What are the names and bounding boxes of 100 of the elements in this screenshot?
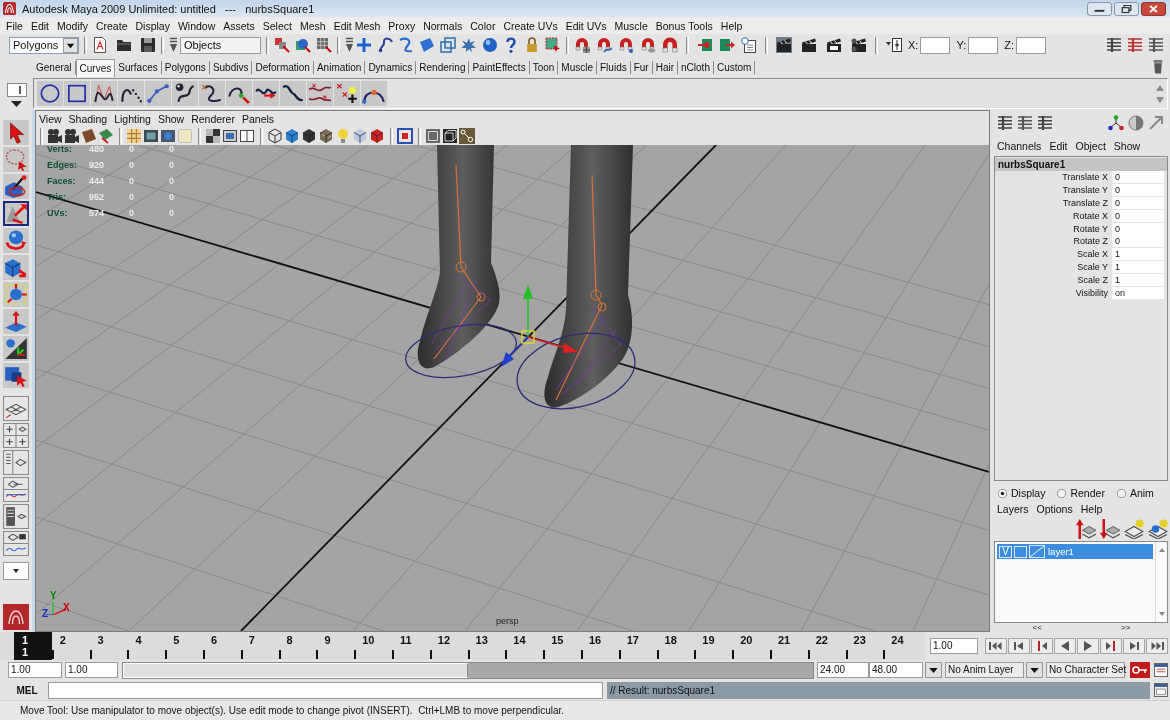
menu-item[interactable]: View	[39, 113, 62, 125]
radio-button[interactable]: Anim	[1116, 487, 1154, 499]
surface-icon[interactable]	[419, 37, 435, 53]
timeline-frame[interactable]: 3	[89, 632, 128, 660]
splash-icon[interactable]	[461, 37, 477, 53]
curves-crosses-icon[interactable]	[307, 81, 333, 106]
graph-panel-icon[interactable]	[3, 477, 29, 502]
timeline-frame[interactable]: 13	[467, 632, 506, 660]
menu-item[interactable]: Assets	[223, 19, 255, 32]
app-logo-icon[interactable]	[3, 2, 16, 15]
stack-down-arrow-icon[interactable]	[1100, 519, 1120, 539]
grid-cursor-icon[interactable]	[316, 37, 332, 53]
side-panel-icon[interactable]	[3, 450, 29, 475]
caret-icon[interactable]	[63, 37, 78, 53]
timeline-frame[interactable]: 5	[165, 632, 203, 660]
close-icon[interactable]	[1141, 1, 1166, 16]
s-curve-icon[interactable]	[398, 37, 414, 53]
joint-icon[interactable]	[459, 128, 475, 144]
cone-arrow-icon[interactable]	[3, 201, 29, 226]
plus-icon[interactable]	[356, 37, 372, 53]
nested-squares-icon[interactable]	[397, 128, 413, 144]
menu-item[interactable]: Create UVs	[503, 19, 558, 32]
list-lines-icon[interactable]	[1127, 37, 1143, 53]
sphere-triangle-icon[interactable]	[3, 336, 29, 361]
menu-item[interactable]: Mesh	[299, 19, 326, 32]
menu-item[interactable]: Select	[262, 19, 292, 32]
clapperboard-icon[interactable]	[801, 37, 817, 53]
shelf-tab[interactable]: Fluids	[597, 61, 631, 74]
menu-item[interactable]: Help	[1080, 503, 1103, 515]
list-lines-icon[interactable]	[1017, 115, 1033, 131]
coordinate-field[interactable]	[1016, 36, 1046, 54]
shelf-tab[interactable]: Custom	[713, 61, 756, 74]
menu-item[interactable]: Window	[177, 19, 216, 32]
perspective-grid-icon[interactable]	[3, 396, 29, 421]
current-time-field[interactable]: 1.00	[930, 638, 978, 654]
scroll-down-icon[interactable]	[1158, 612, 1165, 616]
radio-button[interactable]: Display	[998, 487, 1046, 499]
menu-item[interactable]: Proxy	[388, 19, 416, 32]
timeline-frame[interactable]: 21	[769, 632, 808, 660]
crosses-plus-icon[interactable]	[334, 81, 360, 106]
channel-label[interactable]: Scale Y	[995, 261, 1112, 272]
timeline-frame[interactable]: 7	[240, 632, 279, 660]
step-back-icon[interactable]	[1008, 638, 1030, 654]
restore-icon[interactable]	[1114, 1, 1139, 16]
stack-up-arrow-icon[interactable]	[1076, 519, 1096, 539]
plane-icon[interactable]	[98, 128, 114, 144]
foot-control-curve[interactable]	[405, 323, 517, 379]
menu-item[interactable]: Channels	[997, 140, 1042, 152]
skip-back-icon[interactable]	[985, 638, 1007, 654]
channel-label[interactable]: Visibility	[995, 287, 1112, 298]
radio-icon[interactable]	[1057, 488, 1067, 498]
channel-value-field[interactable]: 0	[1112, 184, 1164, 197]
trash-icon[interactable]	[1152, 59, 1164, 74]
menu-item[interactable]: Color	[470, 19, 496, 32]
sphere-cursor-icon[interactable]	[295, 37, 311, 53]
collapse-arrow-icon[interactable]	[345, 37, 354, 53]
range-slider-track[interactable]	[122, 661, 814, 679]
wire-box-icon[interactable]	[442, 128, 458, 144]
hierarchy-icon[interactable]	[274, 37, 290, 53]
camera-icon[interactable]	[64, 128, 80, 144]
magnet-curve-icon[interactable]	[596, 37, 612, 53]
curve-crosses-icon[interactable]	[199, 81, 225, 106]
channel-value-field[interactable]: 1	[1112, 260, 1164, 273]
channel-label[interactable]: Scale Z	[995, 274, 1112, 285]
move-manipulator[interactable]	[501, 285, 578, 367]
xray-box-icon[interactable]	[425, 128, 441, 144]
window-icon[interactable]	[1154, 683, 1168, 697]
page-button[interactable]: <<	[1028, 623, 1046, 632]
channel-label[interactable]: Rotate Y	[995, 223, 1112, 234]
radio-button[interactable]: Render	[1057, 487, 1105, 499]
menu-item[interactable]: Create	[95, 19, 128, 32]
curve-icon[interactable]	[377, 37, 393, 53]
wireframe-cube-icon[interactable]	[267, 128, 283, 144]
input-arrow-icon[interactable]	[697, 37, 713, 53]
channel-value-field[interactable]: on	[1112, 286, 1164, 299]
panel-list-icon[interactable]	[3, 504, 29, 529]
output-arrow-icon[interactable]	[719, 37, 735, 53]
timeline-frame[interactable]: 6	[203, 632, 241, 660]
key-forward-icon[interactable]	[1100, 638, 1122, 654]
timeline-frame[interactable]: 24	[883, 632, 922, 660]
step-forward-icon[interactable]	[1123, 638, 1145, 654]
stack-star-icon[interactable]	[1124, 519, 1144, 539]
menu-item[interactable]: Renderer	[191, 113, 235, 125]
magnet-icon[interactable]	[662, 37, 678, 53]
caret-icon[interactable]	[1026, 662, 1043, 678]
menu-item[interactable]: Show	[1113, 140, 1141, 152]
shelf-tab[interactable]: Animation	[313, 61, 366, 74]
shelf-tab[interactable]: Dynamics	[365, 61, 417, 74]
mel-button[interactable]: MEL	[7, 684, 47, 696]
character-set-field[interactable]: No Character Set	[1046, 662, 1125, 678]
range-slider-handle[interactable]	[123, 662, 468, 678]
padlock-icon[interactable]	[524, 37, 540, 53]
timeline-frame[interactable]: 14	[505, 632, 544, 660]
menu-item[interactable]: Edit UVs	[565, 19, 607, 32]
command-field[interactable]	[48, 681, 603, 699]
shelf-tab[interactable]: Surfaces	[115, 61, 162, 74]
cube-icon[interactable]	[301, 128, 317, 144]
coordinate-field[interactable]	[920, 36, 951, 54]
channel-label[interactable]: Translate Y	[995, 185, 1112, 196]
range-end-field[interactable]: 24.00	[817, 662, 869, 678]
